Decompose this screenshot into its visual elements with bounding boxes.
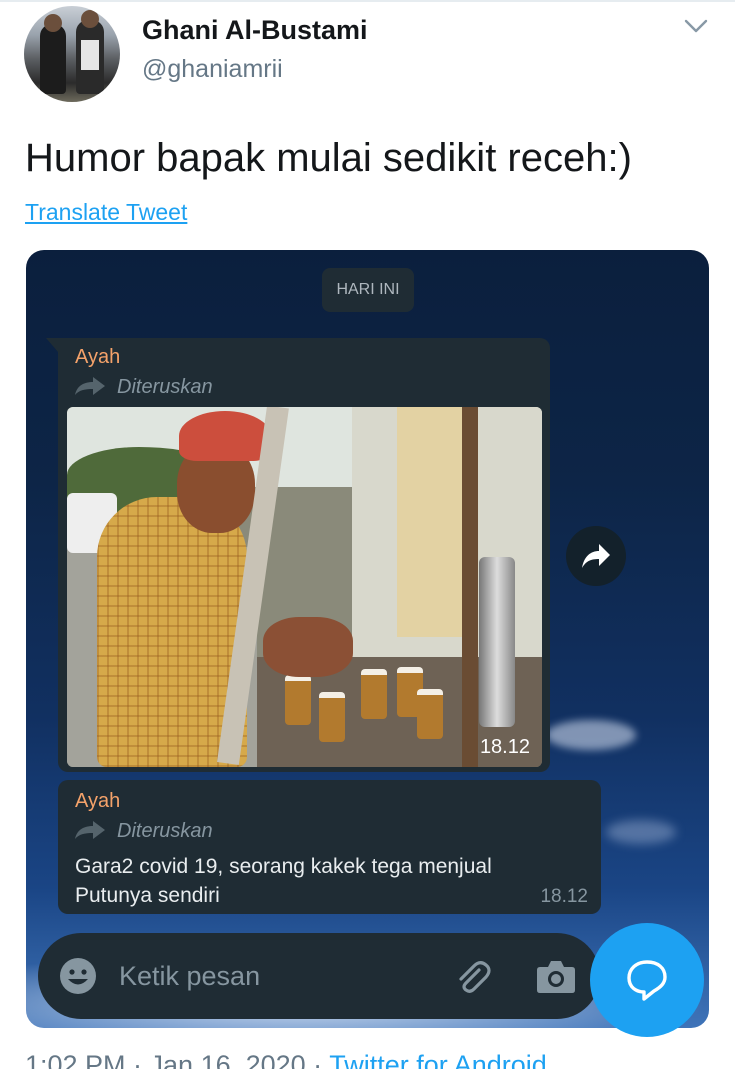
tweet-timestamp[interactable]: 1:02 PM · Jan 16, 2020 · xyxy=(25,1050,322,1069)
message-time: 18.12 xyxy=(479,736,530,758)
camera-icon[interactable] xyxy=(536,958,576,994)
compose-button[interactable] xyxy=(590,923,704,1037)
author-display-name[interactable]: Ghani Al-Bustami xyxy=(142,15,368,46)
forward-arrow-icon xyxy=(582,544,610,568)
message-input[interactable]: Ketik pesan xyxy=(119,961,260,992)
message-text: Gara2 covid 19, seorang kakek tega menju… xyxy=(75,855,492,907)
author-handle[interactable]: @ghaniamrii xyxy=(142,55,283,84)
sender-name: Ayah xyxy=(75,346,121,368)
tweet-media-image[interactable]: HARI INI Ayah Diteruskan 18.12 Ayah Dite… xyxy=(26,250,709,1028)
emoji-icon[interactable] xyxy=(58,956,98,996)
forwarded-arrow-icon xyxy=(75,377,105,395)
avatar[interactable] xyxy=(24,6,120,102)
forward-button[interactable] xyxy=(566,526,626,586)
message-time: 18.12 xyxy=(540,886,588,907)
tweet-source-link[interactable]: Twitter for Android xyxy=(329,1050,547,1069)
message-bubble-image[interactable]: Ayah Diteruskan 18.12 xyxy=(46,338,550,772)
tweet-footer: 1:02 PM · Jan 16, 2020 · Twitter for And… xyxy=(25,1050,547,1069)
chat-bubble-icon xyxy=(627,960,667,1001)
message-bubble-text[interactable]: Ayah Diteruskan Gara2 covid 19, seorang … xyxy=(58,780,601,914)
forwarded-label: Diteruskan xyxy=(75,376,213,399)
message-input-bar[interactable]: Ketik pesan xyxy=(38,933,600,1019)
paperclip-icon[interactable] xyxy=(452,957,492,997)
chevron-down-icon[interactable] xyxy=(684,18,708,36)
translate-tweet-link[interactable]: Translate Tweet xyxy=(25,199,187,226)
tweet-text: Humor bapak mulai sedikit receh:) xyxy=(25,136,632,180)
forwarded-arrow-icon xyxy=(75,821,105,839)
forwarded-label: Diteruskan xyxy=(75,820,213,843)
sender-name: Ayah xyxy=(75,790,121,812)
message-photo[interactable]: 18.12 xyxy=(67,407,542,767)
top-divider xyxy=(0,0,735,2)
date-separator-pill: HARI INI xyxy=(322,268,414,312)
